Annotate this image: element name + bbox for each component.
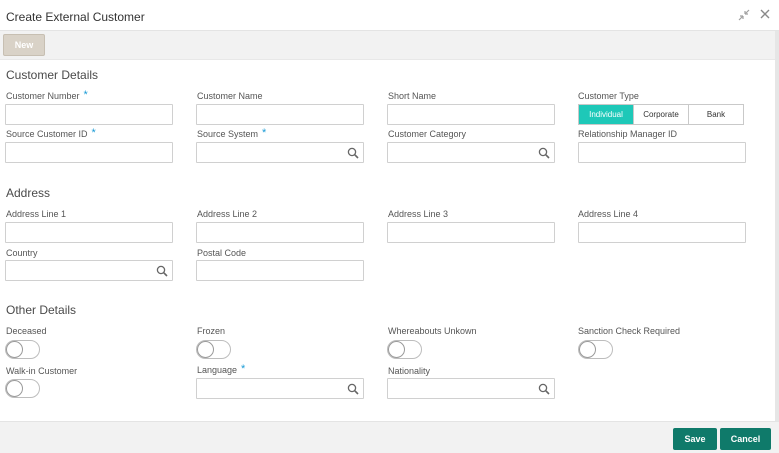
search-icon[interactable] (538, 383, 550, 395)
minimize-icon[interactable] (737, 8, 751, 25)
close-icon[interactable] (759, 8, 771, 23)
nationality-label: Nationality (388, 366, 431, 376)
deceased-toggle[interactable] (5, 340, 40, 359)
search-icon[interactable] (538, 147, 550, 159)
short-name-input[interactable] (387, 104, 555, 125)
address-line-3-label: Address Line 3 (388, 209, 449, 219)
customer-type-bank[interactable]: Bank (689, 105, 743, 124)
customer-type-individual[interactable]: Individual (579, 105, 634, 124)
customer-category-label: Customer Category (388, 129, 467, 139)
new-button[interactable]: New (3, 34, 45, 56)
toggle-knob (6, 380, 23, 397)
address-line-2-input[interactable] (196, 222, 364, 243)
search-icon[interactable] (347, 147, 359, 159)
language-label: Language * (197, 363, 246, 376)
cancel-button[interactable]: Cancel (720, 428, 771, 450)
relationship-manager-id-label: Relationship Manager ID (578, 129, 678, 139)
required-marker: * (241, 363, 246, 375)
customer-name-label: Customer Name (197, 91, 263, 101)
deceased-label: Deceased (6, 326, 47, 336)
whereabouts-unknown-toggle[interactable] (387, 340, 422, 359)
address-line-3-input[interactable] (387, 222, 555, 243)
window-title: Create External Customer (6, 10, 145, 24)
address-line-1-label: Address Line 1 (6, 209, 67, 219)
search-icon[interactable] (156, 265, 168, 277)
country-input[interactable] (5, 260, 173, 281)
save-button[interactable]: Save (673, 428, 717, 450)
address-line-4-input[interactable] (578, 222, 746, 243)
customer-number-label: Customer Number * (6, 89, 88, 102)
customer-type-corporate[interactable]: Corporate (634, 105, 689, 124)
frozen-toggle[interactable] (196, 340, 231, 359)
customer-category-input[interactable] (387, 142, 555, 163)
section-other-details: Other Details (6, 303, 77, 317)
toggle-knob (388, 341, 405, 358)
vertical-scrollbar[interactable] (775, 31, 779, 421)
postal-code-input[interactable] (196, 260, 364, 281)
footer-bar: Save Cancel (0, 421, 779, 453)
walk-in-customer-toggle[interactable] (5, 379, 40, 398)
toggle-knob (579, 341, 596, 358)
source-system-input[interactable] (196, 142, 364, 163)
required-marker: * (91, 127, 96, 139)
nationality-input[interactable] (387, 378, 555, 399)
toggle-knob (6, 341, 23, 358)
customer-name-input[interactable] (196, 104, 364, 125)
section-customer-details: Customer Details (6, 68, 99, 82)
country-label: Country (6, 248, 38, 258)
required-marker: * (262, 127, 267, 139)
toolbar: New (0, 31, 775, 60)
required-marker: * (83, 89, 88, 101)
source-customer-id-label: Source Customer ID * (6, 127, 96, 140)
postal-code-label: Postal Code (197, 248, 247, 258)
source-system-label: Source System * (197, 127, 267, 140)
sanction-check-required-label: Sanction Check Required (578, 326, 681, 336)
address-line-1-input[interactable] (5, 222, 173, 243)
walk-in-customer-label: Walk-in Customer (6, 366, 78, 376)
section-address: Address (6, 186, 51, 200)
search-icon[interactable] (347, 383, 359, 395)
address-line-4-label: Address Line 4 (578, 209, 639, 219)
customer-type-label: Customer Type (578, 91, 639, 101)
customer-number-input[interactable] (5, 104, 173, 125)
whereabouts-unknown-label: Whereabouts Unkown (388, 326, 477, 336)
language-input[interactable] (196, 378, 364, 399)
short-name-label: Short Name (388, 91, 437, 101)
relationship-manager-id-input[interactable] (578, 142, 746, 163)
frozen-label: Frozen (197, 326, 226, 336)
source-customer-id-input[interactable] (5, 142, 173, 163)
toggle-knob (197, 341, 214, 358)
address-line-2-label: Address Line 2 (197, 209, 258, 219)
sanction-check-required-toggle[interactable] (578, 340, 613, 359)
customer-type-segmented: Individual Corporate Bank (578, 104, 744, 125)
window-title-bar: Create External Customer (0, 0, 779, 31)
